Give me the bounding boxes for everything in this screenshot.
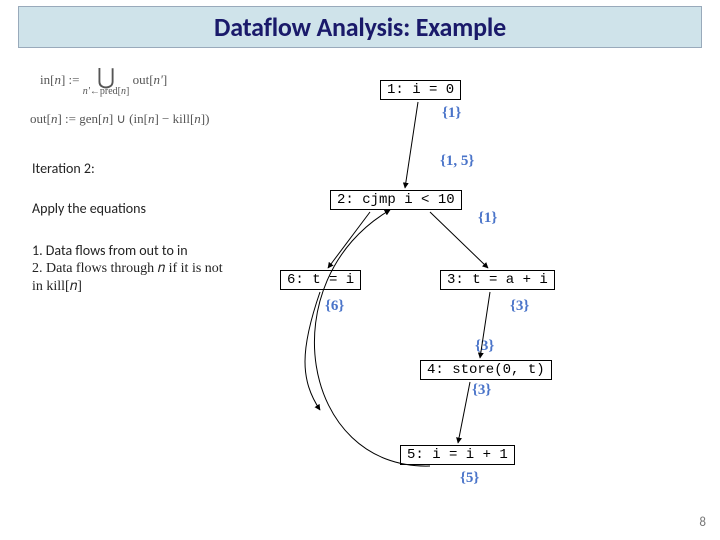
rule-2a: 2. Data flows through 𝑛 if it is not: [32, 260, 223, 278]
equation-out: out[n] := gen[n] ∪ (in[n] − kill[n]): [30, 112, 209, 127]
rule-1: 1. Data flows from out to in: [32, 242, 188, 260]
set-n6-out: {6}: [325, 298, 344, 315]
page-title: Dataflow Analysis: Example: [27, 11, 693, 43]
equation-in: in[n] := ⋃ n'←pred[n] out[n']: [40, 64, 260, 98]
set-n1-out: {1}: [442, 105, 461, 122]
rule-2b: in kill[𝑛]: [32, 278, 82, 296]
node-3: 3: t = a + i: [440, 270, 555, 290]
set-n2-in: {1, 5}: [440, 153, 474, 170]
set-n4-out: {3}: [472, 382, 491, 399]
set-n5-out: {5}: [460, 470, 479, 487]
set-n3-out: {3}: [510, 298, 529, 315]
diagram-stage: in[n] := ⋃ n'←pred[n] out[n'] out[n] := …: [0, 50, 720, 540]
node-4: 4: store(0, t): [420, 360, 552, 380]
set-n2-out: {1}: [478, 210, 497, 227]
apply-label: Apply the equations: [32, 200, 146, 218]
node-6: 6: t = i: [280, 270, 361, 290]
set-n4-in: {3}: [475, 338, 494, 355]
node-2: 2: cjmp i < 10: [330, 190, 462, 210]
page-number: 8: [699, 515, 706, 530]
node-5: 5: i = i + 1: [400, 445, 515, 465]
node-1: 1: i = 0: [380, 80, 461, 100]
iteration-label: Iteration 2:: [32, 160, 95, 178]
title-band: Dataflow Analysis: Example: [18, 6, 702, 48]
